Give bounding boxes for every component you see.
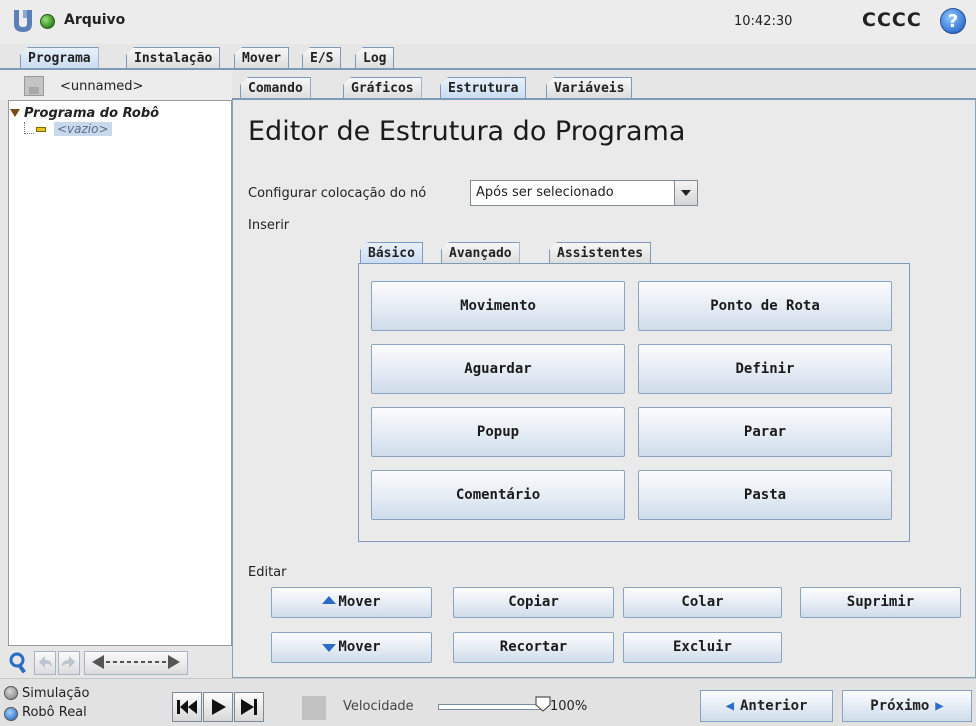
universal-robots-logo-icon bbox=[12, 8, 34, 34]
move-up-button[interactable]: Mover bbox=[271, 587, 432, 618]
top-bar bbox=[0, 0, 976, 44]
tab-instalacao[interactable]: Instalação bbox=[126, 47, 221, 69]
file-status-icon bbox=[40, 14, 55, 29]
speed-label: Velocidade bbox=[343, 699, 414, 714]
move-down-label: Mover bbox=[338, 639, 381, 655]
real-robot-radio[interactable] bbox=[4, 707, 18, 721]
simulation-label: Simulação bbox=[22, 686, 90, 701]
skip-back-icon[interactable] bbox=[172, 692, 202, 722]
aguardar-button[interactable]: Aguardar bbox=[371, 344, 625, 394]
simulation-radio[interactable] bbox=[4, 686, 18, 700]
robot-name: CCCC bbox=[862, 9, 922, 31]
comentario-button[interactable]: Comentário bbox=[371, 470, 625, 520]
tab-es[interactable]: E/S bbox=[302, 47, 342, 69]
edit-label: Editar bbox=[248, 565, 287, 580]
speed-slider[interactable] bbox=[438, 704, 543, 710]
move-down-button[interactable]: Mover bbox=[271, 632, 432, 663]
tab-log[interactable]: Log bbox=[355, 47, 395, 69]
ponto-de-rota-button[interactable]: Ponto de Rota bbox=[638, 281, 892, 331]
previous-button[interactable]: ◀ Anterior bbox=[700, 690, 833, 722]
tree-node-empty[interactable]: <vazio> bbox=[54, 122, 112, 136]
arrow-left-icon: ◀ bbox=[725, 698, 734, 714]
tab-estrutura[interactable]: Estrutura bbox=[440, 77, 527, 99]
undo-icon[interactable] bbox=[34, 651, 56, 675]
delete-button[interactable]: Excluir bbox=[623, 632, 782, 663]
move-up-label: Mover bbox=[338, 594, 381, 610]
tab-comando[interactable]: Comando bbox=[240, 77, 311, 99]
cut-button[interactable]: Recortar bbox=[453, 632, 614, 663]
save-icon[interactable] bbox=[24, 76, 44, 96]
tree-connector bbox=[24, 122, 34, 134]
program-name: <unnamed> bbox=[60, 79, 144, 94]
play-icon[interactable] bbox=[203, 692, 233, 722]
parar-button[interactable]: Parar bbox=[638, 407, 892, 457]
arrow-right-icon: ▶ bbox=[935, 698, 944, 714]
arrow-up-icon bbox=[322, 596, 337, 604]
tree-root[interactable]: Programa do Robô bbox=[10, 106, 159, 121]
arrow-down-icon bbox=[322, 644, 337, 652]
placement-value: Após ser selecionado bbox=[476, 185, 614, 200]
move-node-handle[interactable] bbox=[84, 651, 188, 675]
empty-node-icon bbox=[36, 127, 46, 132]
tab-basico[interactable]: Básico bbox=[360, 242, 423, 264]
next-label: Próximo bbox=[870, 698, 930, 714]
definir-button[interactable]: Definir bbox=[638, 344, 892, 394]
clock: 10:42:30 bbox=[734, 14, 793, 29]
paste-button[interactable]: Colar bbox=[623, 587, 782, 618]
file-menu[interactable]: Arquivo bbox=[64, 12, 125, 28]
copy-button[interactable]: Copiar bbox=[453, 587, 614, 618]
insert-label: Inserir bbox=[248, 218, 290, 233]
tree-root-label: Programa do Robô bbox=[24, 106, 160, 121]
tab-variaveis[interactable]: Variáveis bbox=[546, 77, 633, 99]
previous-label: Anterior bbox=[740, 698, 808, 714]
search-icon[interactable] bbox=[8, 651, 30, 675]
pasta-button[interactable]: Pasta bbox=[638, 470, 892, 520]
popup-button[interactable]: Popup bbox=[371, 407, 625, 457]
tab-avancado[interactable]: Avançado bbox=[441, 242, 520, 264]
expand-triangle-icon[interactable] bbox=[10, 109, 20, 117]
program-tree[interactable] bbox=[8, 100, 232, 646]
next-button[interactable]: Próximo ▶ bbox=[842, 690, 972, 722]
tab-graficos[interactable]: Gráficos bbox=[343, 77, 422, 99]
real-robot-label: Robô Real bbox=[22, 705, 87, 720]
help-icon[interactable]: ? bbox=[940, 8, 966, 34]
stop-icon[interactable] bbox=[302, 696, 326, 720]
chevron-down-icon[interactable] bbox=[674, 181, 697, 205]
step-forward-icon[interactable] bbox=[234, 692, 264, 722]
placement-label: Configurar colocação do nó bbox=[248, 186, 427, 201]
redo-icon[interactable] bbox=[58, 651, 80, 675]
tab-assistentes[interactable]: Assistentes bbox=[549, 242, 652, 264]
page-title: Editor de Estrutura do Programa bbox=[248, 116, 686, 147]
suppress-button[interactable]: Suprimir bbox=[800, 587, 961, 618]
tab-programa[interactable]: Programa bbox=[20, 47, 99, 69]
speed-value: 100% bbox=[550, 699, 588, 714]
movimento-button[interactable]: Movimento bbox=[371, 281, 625, 331]
tab-mover[interactable]: Mover bbox=[234, 47, 290, 69]
